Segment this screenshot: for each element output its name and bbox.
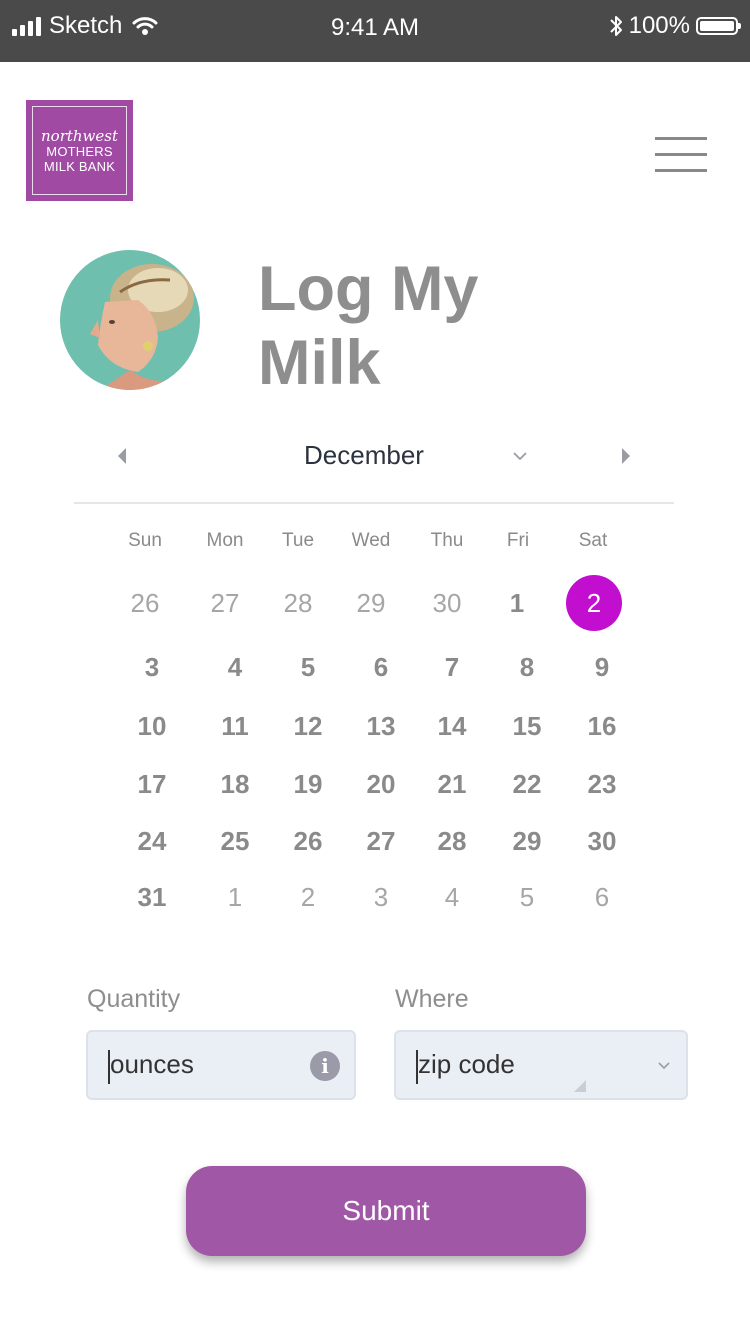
status-bar: Sketch 9:41 AM 100%: [0, 0, 750, 62]
calendar-day[interactable]: 10: [124, 698, 180, 754]
weekday-label: Thu: [430, 530, 464, 551]
carrier-name: Sketch: [49, 12, 123, 39]
logo-line-milk-bank: MILK BANK: [43, 158, 116, 174]
calendar-day[interactable]: 29: [499, 813, 555, 869]
calendar-day[interactable]: 5: [280, 639, 336, 695]
calendar-day[interactable]: 17: [124, 756, 180, 812]
zip-code-input[interactable]: [416, 1048, 610, 1081]
battery-icon: [696, 17, 741, 35]
calendar-day[interactable]: 1: [489, 575, 545, 631]
page-title-line-1: Log My: [258, 254, 479, 324]
calendar-day[interactable]: 7: [424, 639, 480, 695]
calendar-day[interactable]: 20: [353, 756, 409, 812]
brand-logo[interactable]: northwest MOTHERS MILK BANK: [26, 100, 133, 201]
weekday-label: Wed: [351, 530, 391, 551]
calendar-day[interactable]: 8: [499, 639, 555, 695]
resize-handle-icon[interactable]: [574, 1080, 586, 1092]
calendar-day[interactable]: 3: [124, 639, 180, 695]
logo-line-northwest: northwest: [41, 126, 118, 145]
calendar-day[interactable]: 2: [280, 869, 336, 925]
calendar-day[interactable]: 25: [207, 813, 263, 869]
calendar-day[interactable]: 23: [574, 756, 630, 812]
weekday-label: Sun: [128, 530, 162, 551]
chevron-down-icon[interactable]: [512, 448, 528, 464]
page-title: Log My Milk: [258, 252, 558, 400]
next-month-icon[interactable]: [616, 446, 636, 466]
battery-percent: 100%: [628, 12, 690, 39]
logo-line-mothers: MOTHERS: [46, 143, 113, 159]
calendar-day[interactable]: 30: [574, 813, 630, 869]
calendar-day[interactable]: 22: [499, 756, 555, 812]
page-title-line-2: Milk: [258, 328, 381, 398]
status-right: 100%: [609, 12, 741, 40]
weekday-label: Sat: [578, 530, 608, 551]
where-label: Where: [395, 985, 469, 1013]
calendar-day[interactable]: 6: [574, 869, 630, 925]
calendar-day[interactable]: 26: [280, 813, 336, 869]
calendar-header: December: [74, 430, 674, 504]
weekday-label: Mon: [206, 530, 244, 551]
submit-button[interactable]: Submit: [186, 1166, 586, 1256]
hamburger-menu-icon[interactable]: [655, 137, 707, 173]
calendar-day[interactable]: 15: [499, 698, 555, 754]
calendar-day[interactable]: 13: [353, 698, 409, 754]
calendar-day[interactable]: 12: [280, 698, 336, 754]
chevron-down-icon[interactable]: [656, 1058, 672, 1074]
calendar-day[interactable]: 4: [207, 639, 263, 695]
quantity-label: Quantity: [87, 985, 181, 1013]
calendar-day[interactable]: 3: [353, 869, 409, 925]
wifi-icon: [132, 17, 158, 35]
weekday-label: Fri: [506, 530, 530, 551]
avatar[interactable]: [60, 250, 200, 390]
calendar-day-selected[interactable]: 2: [566, 575, 622, 631]
calendar-day[interactable]: 6: [353, 639, 409, 695]
logo-frame: northwest MOTHERS MILK BANK: [32, 106, 127, 195]
calendar-day[interactable]: 30: [419, 575, 475, 631]
calendar-day[interactable]: 4: [424, 869, 480, 925]
calendar-day[interactable]: 16: [574, 698, 630, 754]
bluetooth-icon: [609, 16, 622, 36]
calendar-day[interactable]: 24: [124, 813, 180, 869]
calendar-day[interactable]: 29: [343, 575, 399, 631]
signal-icon: [12, 16, 41, 36]
calendar-day[interactable]: 26: [117, 575, 173, 631]
prev-month-icon[interactable]: [112, 446, 132, 466]
calendar-day[interactable]: 9: [574, 639, 630, 695]
calendar-day[interactable]: 11: [207, 698, 263, 754]
quantity-input[interactable]: [108, 1048, 302, 1081]
calendar-day[interactable]: 18: [207, 756, 263, 812]
calendar-day[interactable]: 28: [424, 813, 480, 869]
quantity-field-box: i: [86, 1030, 356, 1100]
calendar-day[interactable]: 28: [270, 575, 326, 631]
calendar-day[interactable]: 27: [353, 813, 409, 869]
calendar-day[interactable]: 21: [424, 756, 480, 812]
calendar-day[interactable]: 19: [280, 756, 336, 812]
avatar-portrait-image: [60, 250, 200, 390]
calendar-day[interactable]: 27: [197, 575, 253, 631]
weekday-label: Tue: [281, 530, 315, 551]
info-icon[interactable]: i: [310, 1051, 340, 1081]
where-field-box: [394, 1030, 688, 1100]
status-left: Sketch: [12, 12, 158, 40]
calendar-day[interactable]: 1: [207, 869, 263, 925]
calendar-day[interactable]: 14: [424, 698, 480, 754]
calendar-day[interactable]: 31: [124, 869, 180, 925]
month-select-label[interactable]: December: [304, 440, 424, 471]
calendar-day[interactable]: 5: [499, 869, 555, 925]
